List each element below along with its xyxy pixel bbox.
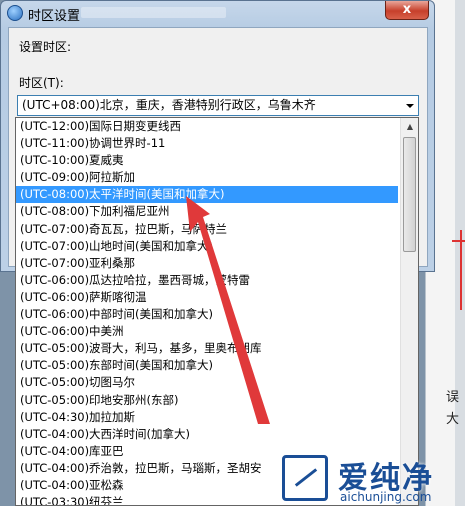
timezone-option[interactable]: (UTC-12:00)国际日期变更线西: [16, 118, 398, 135]
scroll-up-icon[interactable]: ▲: [403, 120, 417, 134]
close-button[interactable]: x: [385, 1, 429, 20]
title-blur: [81, 7, 226, 18]
background-red-line: [452, 240, 465, 242]
timezone-option[interactable]: (UTC-06:00)中部时间(美国和加拿大): [16, 306, 398, 323]
set-timezone-label: 设置时区:: [19, 40, 72, 54]
timezone-option[interactable]: (UTC-07:00)亚利桑那: [16, 255, 398, 272]
watermark: 爱纯净 aichunjing.com: [282, 455, 465, 506]
clock-icon: [7, 5, 23, 21]
background-red-line-vertical: [460, 230, 462, 310]
timezone-option[interactable]: (UTC-04:00)大西洋时间(加拿大): [16, 426, 398, 443]
timezone-option[interactable]: (UTC-05:00)印地安那州(东部): [16, 392, 398, 409]
timezone-option[interactable]: (UTC-05:00)切图马尔: [16, 374, 398, 391]
timezone-option[interactable]: (UTC-09:00)阿拉斯加: [16, 169, 398, 186]
scrollbar[interactable]: ▲: [400, 118, 418, 505]
timezone-option[interactable]: (UTC-08:00)下加利福尼亚州: [16, 203, 398, 220]
scrollbar-thumb[interactable]: [403, 137, 416, 252]
timezone-option[interactable]: (UTC-08:00)太平洋时间(美国和加拿大): [16, 186, 398, 204]
timezone-option[interactable]: (UTC-05:00)波哥大，利马，基多，里奥布朗库: [16, 340, 398, 357]
timezone-dropdown-list[interactable]: (UTC-12:00)国际日期变更线西 (UTC-11:00)协调世界时-11 (U…: [15, 117, 419, 506]
timezone-option[interactable]: (UTC-11:00)协调世界时-11: [16, 135, 398, 152]
timezone-option[interactable]: (UTC-06:00)瓜达拉哈拉，墨西哥城，蒙特雷: [16, 272, 398, 289]
timezone-option[interactable]: (UTC-06:00)中美洲: [16, 323, 398, 340]
timezone-option[interactable]: (UTC-04:30)加拉加斯: [16, 409, 398, 426]
timezone-option[interactable]: (UTC-05:00)东部时间(美国和加拿大): [16, 357, 398, 374]
watermark-url: aichunjing.com: [340, 490, 432, 504]
timezone-option[interactable]: (UTC-06:00)萨斯喀彻温: [16, 289, 398, 306]
timezone-option[interactable]: (UTC-07:00)山地时间(美国和加拿大): [16, 238, 398, 255]
timezone-options: (UTC-12:00)国际日期变更线西 (UTC-11:00)协调世界时-11 (U…: [16, 118, 398, 505]
background-text: 误: [446, 390, 460, 405]
timezone-label: 时区(T):: [19, 76, 64, 90]
timezone-option[interactable]: (UTC-10:00)夏威夷: [16, 152, 398, 169]
window-title: 时区设置: [28, 9, 81, 24]
watermark-logo-icon: [282, 455, 328, 501]
timezone-option[interactable]: (UTC-07:00)奇瓦瓦，拉巴斯，马萨特兰: [16, 221, 398, 238]
timezone-select[interactable]: (UTC+08:00)北京，重庆，香港特别行政区，乌鲁木齐: [17, 95, 419, 116]
timezone-select-value: (UTC+08:00)北京，重庆，香港特别行政区，乌鲁木齐: [22, 98, 316, 112]
title-bar[interactable]: 时区设置 x: [1, 1, 434, 27]
chevron-down-icon[interactable]: [406, 104, 414, 108]
background-text: 大: [446, 412, 460, 427]
